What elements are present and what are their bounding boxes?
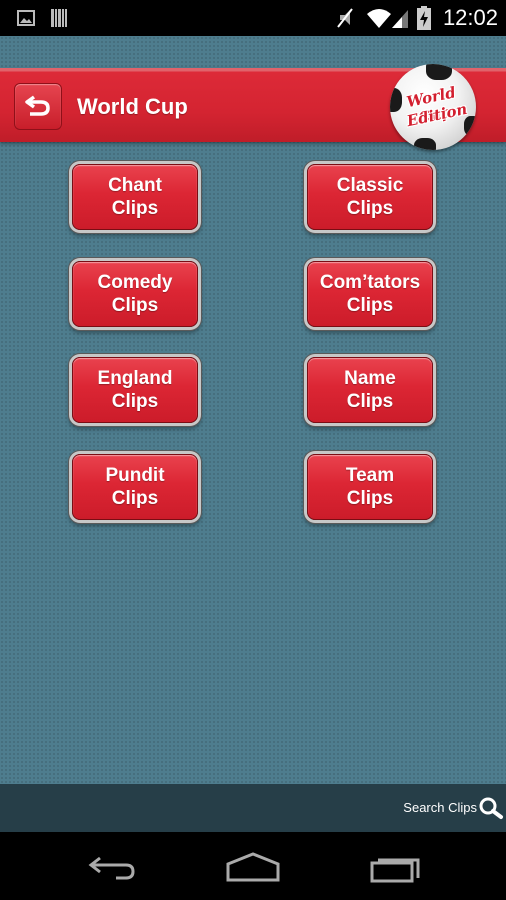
button-label-line1: Name bbox=[344, 368, 396, 389]
search-icon[interactable] bbox=[478, 796, 504, 825]
button-label-line1: Team bbox=[345, 465, 395, 486]
button-label-line2: Clips bbox=[346, 488, 394, 509]
image-notification-icon bbox=[17, 10, 35, 31]
system-nav-bar bbox=[0, 832, 506, 900]
ball-patch bbox=[464, 116, 476, 136]
button-label-line1: Chant bbox=[108, 175, 162, 196]
button-label-line2: Clips bbox=[111, 198, 159, 219]
button-label-line1: Com’tators bbox=[319, 272, 421, 293]
search-clips-link[interactable]: Search Clips bbox=[403, 800, 477, 815]
commentators-clips-button[interactable]: Com’tators Clips bbox=[307, 261, 433, 327]
classic-clips-button[interactable]: Classic Clips bbox=[307, 164, 433, 230]
mute-icon bbox=[336, 8, 354, 33]
back-icon[interactable] bbox=[88, 854, 138, 889]
button-label-line1: England bbox=[97, 368, 173, 389]
recents-icon[interactable] bbox=[370, 854, 422, 889]
wifi-icon bbox=[366, 8, 392, 33]
button-label-line2: Clips bbox=[346, 391, 394, 412]
button-label-line2: Clips bbox=[111, 488, 159, 509]
barcode-notification-icon bbox=[50, 9, 68, 32]
clock: 12:02 bbox=[442, 5, 498, 30]
back-button[interactable] bbox=[14, 83, 62, 130]
england-clips-button[interactable]: England Clips bbox=[72, 357, 198, 423]
pundit-clips-button[interactable]: Pundit Clips bbox=[72, 454, 198, 520]
button-label-line1: Pundit bbox=[105, 465, 165, 486]
battery-charging-icon bbox=[417, 6, 431, 35]
world-cup-edition-badge: World Cup Edition bbox=[390, 64, 476, 150]
button-label-line1: Comedy bbox=[97, 272, 173, 293]
comedy-clips-button[interactable]: Comedy Clips bbox=[72, 261, 198, 327]
name-clips-button[interactable]: Name Clips bbox=[307, 357, 433, 423]
bottom-bar: Search Clips bbox=[0, 784, 506, 832]
team-clips-button[interactable]: Team Clips bbox=[307, 454, 433, 520]
ball-patch bbox=[426, 64, 452, 80]
home-icon[interactable] bbox=[226, 852, 280, 887]
button-label-line1: Classic bbox=[336, 175, 404, 196]
button-label-line2: Clips bbox=[111, 391, 159, 412]
signal-icon bbox=[392, 8, 408, 33]
button-label-line2: Clips bbox=[111, 295, 159, 316]
button-label-line2: Clips bbox=[346, 198, 394, 219]
chant-clips-button[interactable]: Chant Clips bbox=[72, 164, 198, 230]
status-bar: 12:02 bbox=[0, 0, 506, 36]
page-title: World Cup bbox=[77, 94, 188, 119]
ball-patch bbox=[414, 138, 436, 150]
button-label-line2: Clips bbox=[346, 295, 394, 316]
